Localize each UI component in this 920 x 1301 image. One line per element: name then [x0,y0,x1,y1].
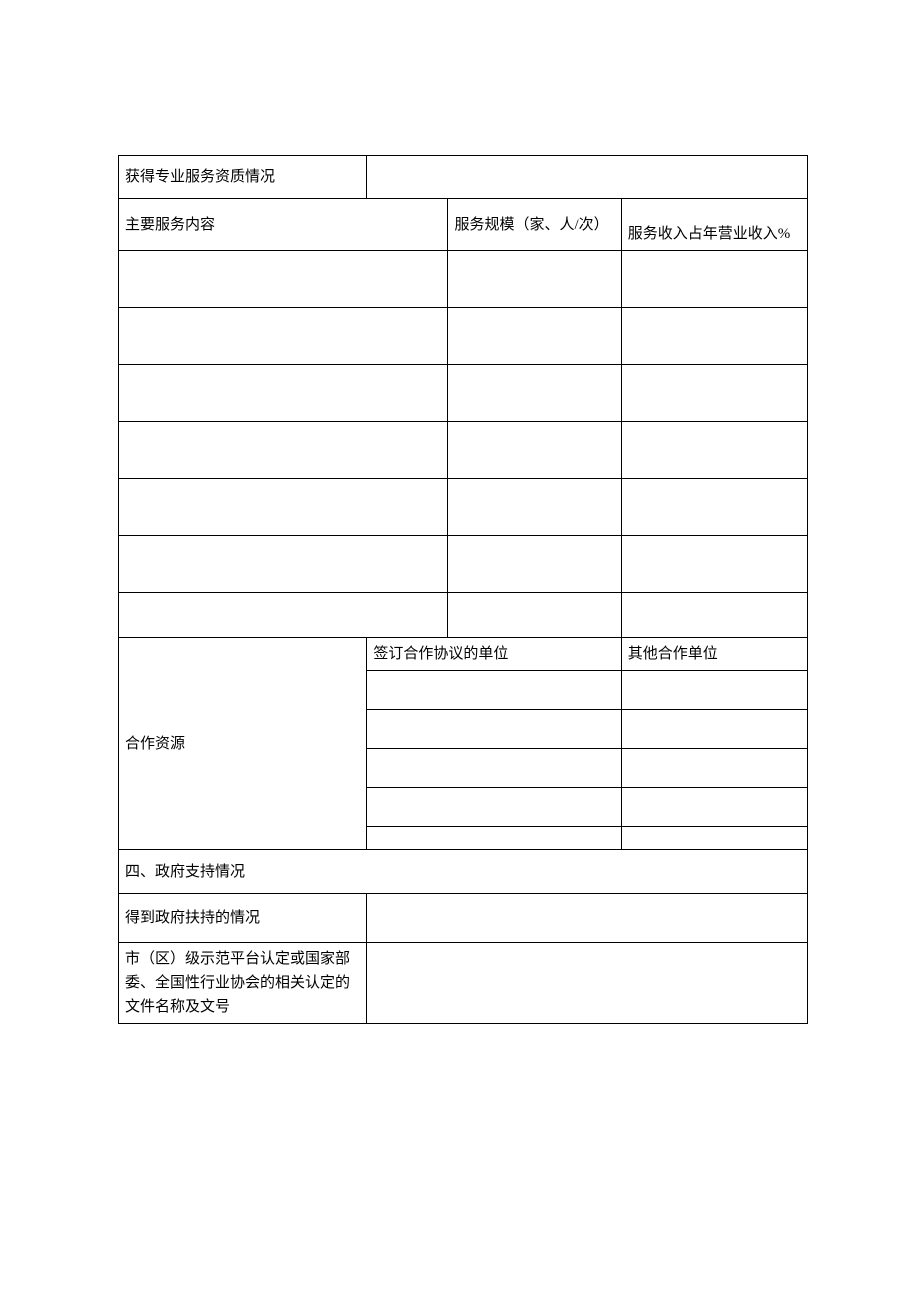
service-scale[interactable] [448,593,621,638]
service-content[interactable] [119,479,448,536]
cooperation-header-row: 合作资源 签订合作协议的单位 其他合作单位 [119,638,808,671]
coop-signed-header: 签订合作协议的单位 [367,638,621,671]
form-page: 获得专业服务资质情况 主要服务内容 服务规模（家、人/次） 服务收入占年营业收入… [118,155,808,1024]
service-revpct[interactable] [621,593,807,638]
service-revpct-header: 服务收入占年营业收入% [621,199,807,251]
service-scale[interactable] [448,479,621,536]
service-row [119,308,808,365]
coop-signed[interactable] [367,788,621,827]
gov-support-row: 得到政府扶持的情况 [119,894,808,943]
coop-other[interactable] [621,749,807,788]
service-main-header: 主要服务内容 [119,199,448,251]
service-row [119,479,808,536]
service-scale-header: 服务规模（家、人/次） [448,199,621,251]
gov-support-value[interactable] [367,894,808,943]
coop-other[interactable] [621,671,807,710]
coop-other[interactable] [621,710,807,749]
service-revpct[interactable] [621,308,807,365]
cert-doc-row: 市（区）级示范平台认定或国家部委、全国性行业协会的相关认定的文件名称及文号 [119,943,808,1024]
service-revpct[interactable] [621,251,807,308]
service-revpct[interactable] [621,479,807,536]
coop-signed[interactable] [367,827,621,850]
coop-other[interactable] [621,827,807,850]
service-revpct[interactable] [621,365,807,422]
service-row [119,422,808,479]
service-row [119,536,808,593]
coop-signed[interactable] [367,749,621,788]
service-header-row: 主要服务内容 服务规模（家、人/次） 服务收入占年营业收入% [119,199,808,251]
service-row [119,251,808,308]
coop-signed[interactable] [367,710,621,749]
coop-other-header: 其他合作单位 [621,638,807,671]
section4-row: 四、政府支持情况 [119,850,808,894]
service-row [119,365,808,422]
service-content[interactable] [119,593,448,638]
section4-title: 四、政府支持情况 [119,850,808,894]
service-scale[interactable] [448,251,621,308]
cert-doc-value[interactable] [367,943,808,1024]
qualification-value[interactable] [367,156,808,199]
qualification-label: 获得专业服务资质情况 [119,156,367,199]
service-revpct[interactable] [621,422,807,479]
service-content[interactable] [119,251,448,308]
service-revpct[interactable] [621,536,807,593]
service-scale[interactable] [448,536,621,593]
service-content[interactable] [119,308,448,365]
cert-doc-label: 市（区）级示范平台认定或国家部委、全国性行业协会的相关认定的文件名称及文号 [119,943,367,1024]
service-scale[interactable] [448,422,621,479]
service-scale[interactable] [448,308,621,365]
cooperation-label: 合作资源 [119,638,367,850]
gov-support-label: 得到政府扶持的情况 [119,894,367,943]
service-content[interactable] [119,365,448,422]
qualification-row: 获得专业服务资质情况 [119,156,808,199]
form-table: 获得专业服务资质情况 主要服务内容 服务规模（家、人/次） 服务收入占年营业收入… [118,155,808,1024]
service-row [119,593,808,638]
coop-signed[interactable] [367,671,621,710]
service-content[interactable] [119,536,448,593]
service-content[interactable] [119,422,448,479]
service-scale[interactable] [448,365,621,422]
coop-other[interactable] [621,788,807,827]
